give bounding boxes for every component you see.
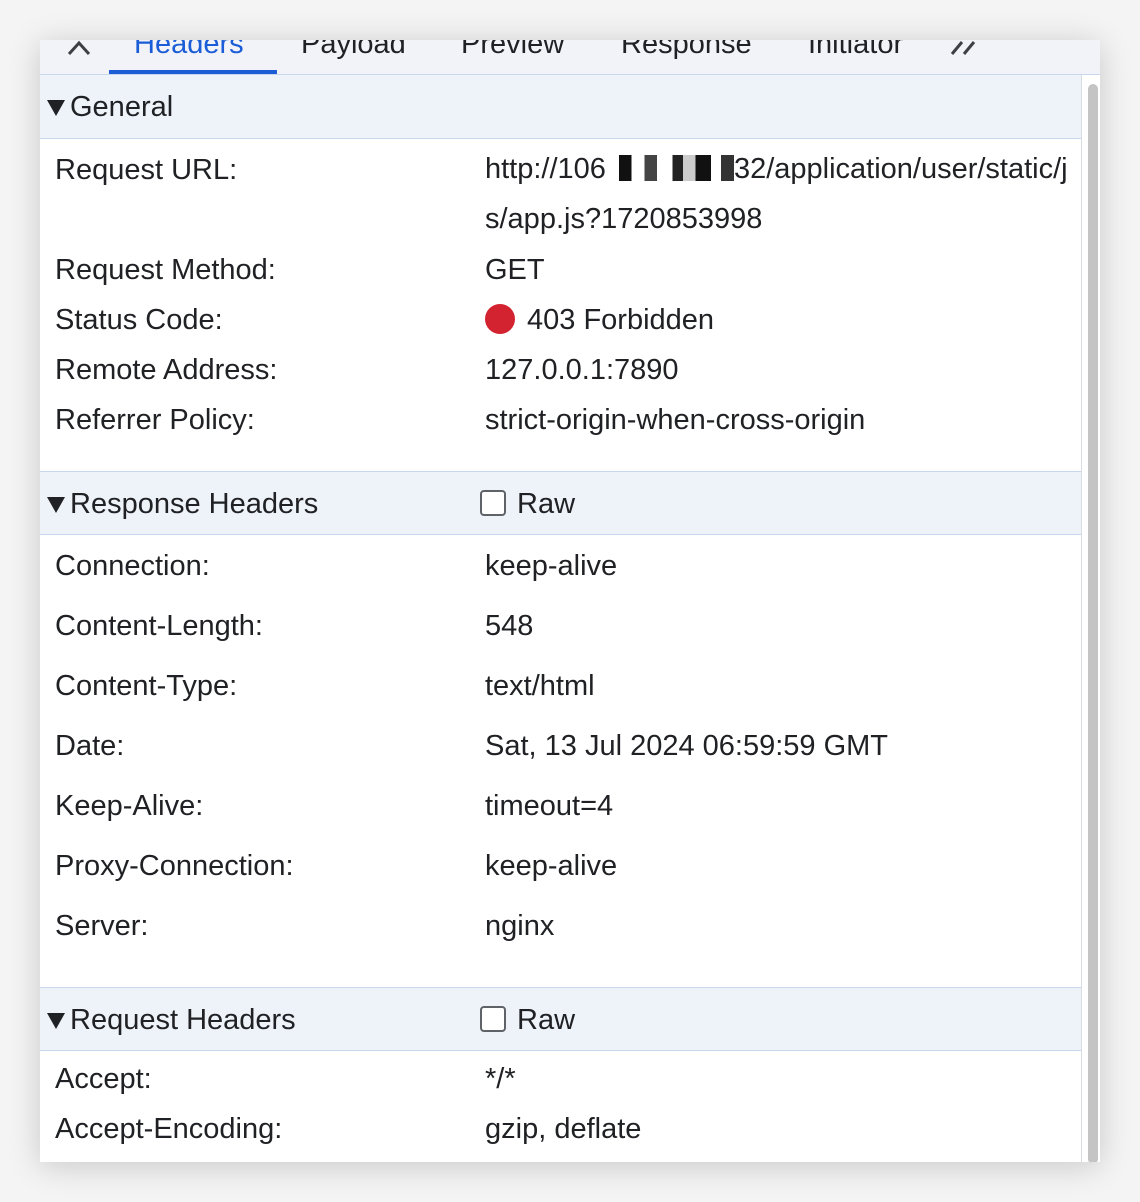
section-title: Response Headers xyxy=(70,488,319,520)
tab-response[interactable]: Response xyxy=(621,40,752,64)
header-value: keep-alive xyxy=(485,550,618,582)
header-key: Content-Length: xyxy=(55,610,263,642)
active-tab-indicator xyxy=(109,70,277,74)
header-value: 127.0.0.1:7890 xyxy=(485,354,679,386)
raw-checkbox[interactable] xyxy=(480,490,506,516)
header-value: strict-origin-when-cross-origin xyxy=(485,404,866,436)
header-key: Status Code: xyxy=(55,304,223,336)
header-value: timeout=4 xyxy=(485,790,614,822)
general-rows: Request URL: http://106 32/application/us… xyxy=(40,139,1082,471)
header-value: text/html xyxy=(485,670,595,702)
header-value: 403 Forbidden xyxy=(485,304,1082,337)
header-key: Remote Address: xyxy=(55,354,278,386)
status-code-text: 403 Forbidden xyxy=(527,304,715,336)
general-section-header[interactable]: General xyxy=(40,75,1082,139)
header-key: Server: xyxy=(55,910,149,942)
header-key: Connection: xyxy=(55,550,210,582)
header-key: Accept: xyxy=(55,1063,152,1095)
section-title: General xyxy=(70,91,174,123)
tab-payload[interactable]: Payload xyxy=(301,40,406,64)
header-value: http://106 32/application/user/static/js/… xyxy=(485,144,1082,244)
response-headers-rows: Connection: keep-alive Content-Length: 548 C… xyxy=(40,535,1082,987)
close-icon[interactable] xyxy=(66,40,92,58)
headers-content: General Request URL: http://106 32/applic… xyxy=(40,75,1082,1162)
header-key: Date: xyxy=(55,730,125,762)
header-key: Proxy-Connection: xyxy=(55,850,294,882)
status-error-icon xyxy=(485,304,515,334)
header-key: Accept-Encoding: xyxy=(55,1113,283,1145)
header-value: 548 xyxy=(485,610,534,642)
header-value: Sat, 13 Jul 2024 06:59:59 GMT xyxy=(485,730,889,762)
url-prefix: http://106 xyxy=(485,153,606,185)
tab-headers[interactable]: Headers xyxy=(134,40,244,64)
raw-checkbox[interactable] xyxy=(480,1006,506,1032)
raw-label: Raw xyxy=(517,488,576,520)
tab-initiator[interactable]: Initiator xyxy=(808,40,903,64)
collapse-triangle-icon[interactable] xyxy=(47,100,65,116)
raw-label: Raw xyxy=(517,1004,576,1036)
header-key: Referrer Policy: xyxy=(55,404,255,436)
response-headers-section-header[interactable]: Response Headers Raw xyxy=(40,471,1082,535)
more-tabs-icon[interactable] xyxy=(950,40,984,58)
header-key: Request URL: xyxy=(55,154,238,186)
header-value: gzip, deflate xyxy=(485,1113,642,1145)
header-value: GET xyxy=(485,254,545,286)
scrollbar-thumb[interactable] xyxy=(1088,84,1098,1162)
header-value: */* xyxy=(485,1063,516,1095)
request-headers-section-header[interactable]: Request Headers Raw xyxy=(40,987,1082,1051)
collapse-triangle-icon[interactable] xyxy=(47,1013,65,1029)
header-key: Request Method: xyxy=(55,254,276,286)
devtools-network-panel: Headers Payload Preview Response Initiat… xyxy=(40,40,1100,1162)
tab-bar: Headers Payload Preview Response Initiat… xyxy=(40,40,1100,75)
collapse-triangle-icon[interactable] xyxy=(47,497,65,513)
header-value: nginx xyxy=(485,910,555,942)
header-value: keep-alive xyxy=(485,850,618,882)
header-key: Content-Type: xyxy=(55,670,238,702)
request-headers-rows: Accept: */* Accept-Encoding: gzip, deflate xyxy=(40,1051,1082,1162)
redacted-ip-block xyxy=(605,155,734,181)
section-title: Request Headers xyxy=(70,1004,296,1036)
tab-preview[interactable]: Preview xyxy=(461,40,564,64)
header-key: Keep-Alive: xyxy=(55,790,204,822)
